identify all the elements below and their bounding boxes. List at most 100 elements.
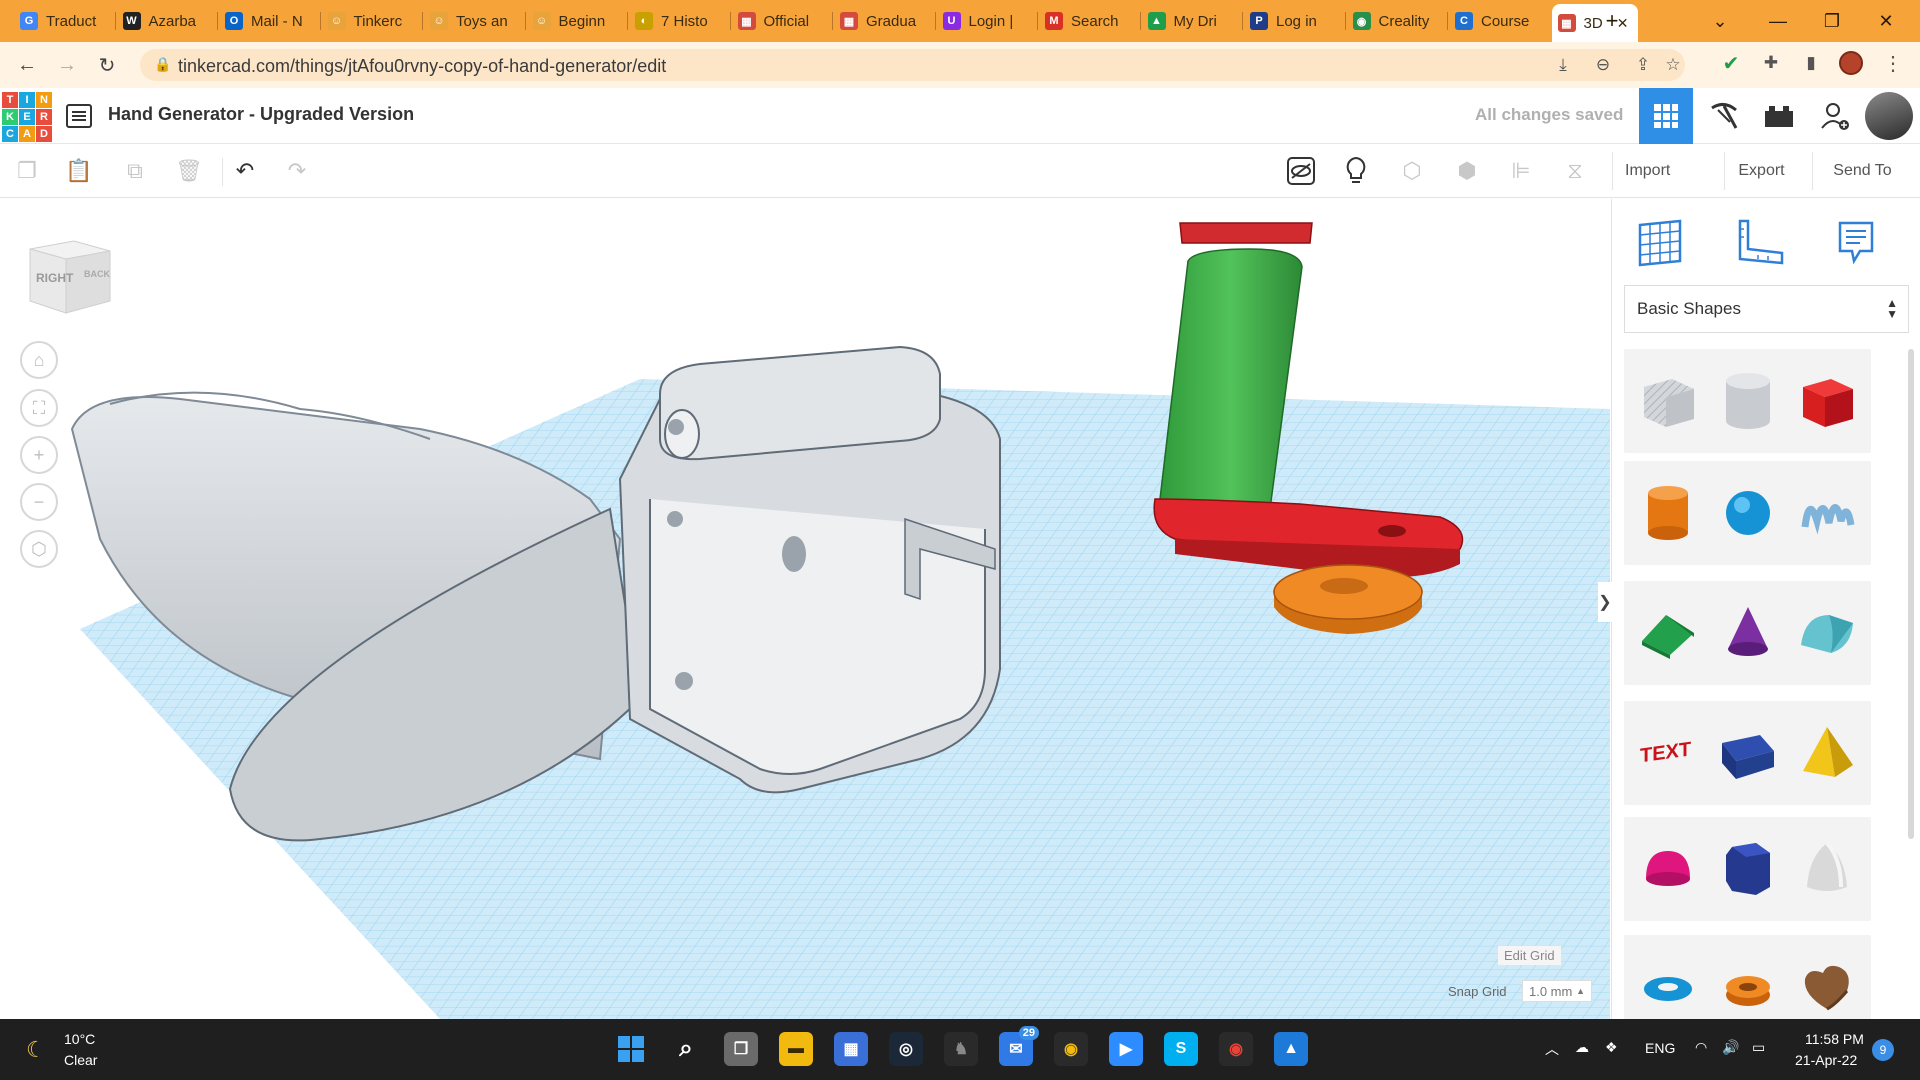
ungroup-button[interactable]: ⬢: [1448, 152, 1486, 190]
chrome-taskbar-button[interactable]: ◉: [1054, 1032, 1088, 1066]
shape-pyramid[interactable]: [1783, 701, 1871, 805]
clock-date[interactable]: 21-Apr-22: [1795, 1052, 1857, 1068]
language-indicator[interactable]: ENG: [1645, 1040, 1675, 1056]
view-cube-right-label[interactable]: RIGHT: [36, 271, 73, 285]
notes-tool-button[interactable]: [1828, 215, 1884, 271]
shape-paraboloid[interactable]: [1783, 817, 1871, 921]
browser-tab[interactable]: P Log in: [1244, 6, 1343, 36]
volume-icon[interactable]: 🔊: [1722, 1039, 1739, 1056]
notification-count-badge[interactable]: 9: [1872, 1039, 1894, 1061]
handle-cap-shape[interactable]: [1179, 222, 1313, 244]
battery-icon[interactable]: ▭: [1752, 1039, 1765, 1056]
clock-time[interactable]: 11:58 PM: [1805, 1031, 1864, 1047]
snap-grid-select[interactable]: 1.0 mm ▲: [1522, 980, 1592, 1002]
shape-cylinder[interactable]: [1624, 461, 1712, 565]
browser-tab[interactable]: ▦ Gradua: [834, 6, 933, 36]
browser-tab[interactable]: ◉ Creality: [1347, 6, 1446, 36]
workplane-tool-button[interactable]: [1632, 215, 1688, 271]
perspective-button[interactable]: ⬡: [20, 530, 58, 568]
shape-scribble[interactable]: [1783, 461, 1871, 565]
task-view-button[interactable]: ❐: [724, 1032, 758, 1066]
browser-tab[interactable]: ☺ Toys an: [424, 6, 523, 36]
dropbox-icon[interactable]: ❖: [1605, 1039, 1618, 1056]
duplicate-button[interactable]: ⧉: [116, 152, 154, 190]
copy-button[interactable]: ❐: [8, 152, 46, 190]
group-button[interactable]: ⬡: [1393, 152, 1431, 190]
mail-button[interactable]: ✉ 29: [999, 1026, 1039, 1066]
zoom-in-button[interactable]: +: [20, 436, 58, 474]
close-window-button[interactable]: ✕: [1866, 6, 1906, 36]
shape-cylinder-hole[interactable]: [1704, 349, 1792, 453]
shape-polygon[interactable]: [1704, 817, 1792, 921]
tinkercad-logo[interactable]: TIN KER CAD: [2, 92, 52, 142]
codeblocks-pickaxe-button[interactable]: [1697, 88, 1751, 144]
weather-description[interactable]: Clear: [64, 1052, 97, 1068]
panel-scrollbar[interactable]: [1908, 349, 1914, 839]
browser-tab[interactable]: M Search: [1039, 6, 1138, 36]
shape-sphere[interactable]: [1704, 461, 1792, 565]
forward-button[interactable]: →: [52, 50, 82, 80]
windows-start-button[interactable]: [614, 1032, 648, 1066]
scene-canvas[interactable]: [0, 199, 1610, 1019]
bricks-view-button[interactable]: [1752, 88, 1806, 144]
skype-button[interactable]: S: [1164, 1032, 1198, 1066]
search-taskbar-button[interactable]: ⌕: [669, 1032, 703, 1066]
zoom-app-button[interactable]: ▶: [1109, 1032, 1143, 1066]
game-app-button[interactable]: ♞: [944, 1032, 978, 1066]
send-to-button[interactable]: Send To: [1812, 152, 1912, 190]
shape-box[interactable]: [1783, 349, 1871, 453]
browser-tab[interactable]: ☺ Tinkerc: [322, 6, 421, 36]
lock-icon[interactable]: 🔒: [154, 56, 171, 73]
delete-button[interactable]: 🗑: [170, 152, 208, 190]
shape-box-hole[interactable]: [1624, 349, 1712, 453]
steam-button[interactable]: ◎: [889, 1032, 923, 1066]
chrome-profile-button[interactable]: ◉: [1219, 1032, 1253, 1066]
photos-button[interactable]: ▲: [1274, 1032, 1308, 1066]
browser-tab[interactable]: U Login |: [937, 6, 1036, 36]
url-text[interactable]: tinkercad.com/things/jtAfou0rvny-copy-of…: [178, 56, 666, 77]
shape-roof[interactable]: [1624, 581, 1712, 685]
show-all-button[interactable]: [1282, 152, 1320, 190]
side-panel-icon[interactable]: ▮: [1798, 50, 1824, 76]
view-cube[interactable]: RIGHT BACK: [24, 229, 114, 319]
omnibox[interactable]: 🔒 tinkercad.com/things/jtAfou0rvny-copy-…: [140, 49, 1685, 81]
browser-tab[interactable]: O Mail - N: [219, 6, 318, 36]
browser-tab[interactable]: ▲ My Dri: [1142, 6, 1241, 36]
ruler-tool-button[interactable]: [1732, 215, 1788, 271]
shape-half-sphere[interactable]: [1624, 817, 1712, 921]
profile-avatar[interactable]: [1838, 50, 1864, 76]
add-user-button[interactable]: [1808, 88, 1862, 144]
maximize-button[interactable]: ❐: [1812, 6, 1852, 36]
install-icon[interactable]: ⤓: [1550, 52, 1576, 78]
extension-check-icon[interactable]: ✔: [1718, 50, 1744, 76]
mirror-button[interactable]: ⧖: [1556, 152, 1594, 190]
wifi-icon[interactable]: ◠: [1695, 1039, 1707, 1056]
browser-tab[interactable]: ☺ Beginn: [527, 6, 626, 36]
shape-text[interactable]: TEXT: [1624, 701, 1712, 805]
shape-half-cylinder[interactable]: [1704, 701, 1792, 805]
design-list-icon[interactable]: [66, 104, 92, 128]
minimize-button[interactable]: —: [1758, 6, 1798, 36]
design-title[interactable]: Hand Generator - Upgraded Version: [108, 104, 414, 125]
share-icon[interactable]: ⇪: [1630, 52, 1656, 78]
bookmark-star-icon[interactable]: ☆: [1660, 52, 1686, 78]
workplane-3d-view[interactable]: RIGHT BACK ⌂ ⛶ + − ⬡ Edit Grid Snap Grid…: [0, 199, 1610, 1019]
browser-tab[interactable]: ◐ 7 Histo: [629, 6, 728, 36]
tab-search-chevron-icon[interactable]: ⌄: [1700, 6, 1740, 36]
export-button[interactable]: Export: [1724, 152, 1798, 190]
new-tab-button[interactable]: +: [1592, 6, 1632, 36]
browser-tab[interactable]: C Course: [1449, 6, 1548, 36]
notes-lightbulb-button[interactable]: [1337, 152, 1375, 190]
reload-button[interactable]: ↻: [92, 50, 122, 80]
onedrive-cloud-icon[interactable]: ☁: [1575, 1039, 1589, 1056]
back-button[interactable]: ←: [12, 50, 42, 80]
fit-view-button[interactable]: ⛶: [20, 389, 58, 427]
store-button[interactable]: ▦: [834, 1032, 868, 1066]
redo-button[interactable]: ↷: [278, 152, 316, 190]
extensions-puzzle-icon[interactable]: ✚: [1758, 50, 1784, 76]
undo-button[interactable]: ↶: [226, 152, 264, 190]
import-button[interactable]: Import: [1612, 152, 1682, 190]
view-cube-back-label[interactable]: BACK: [84, 269, 110, 279]
align-button[interactable]: ⊫: [1502, 152, 1540, 190]
shape-cone[interactable]: [1704, 581, 1792, 685]
